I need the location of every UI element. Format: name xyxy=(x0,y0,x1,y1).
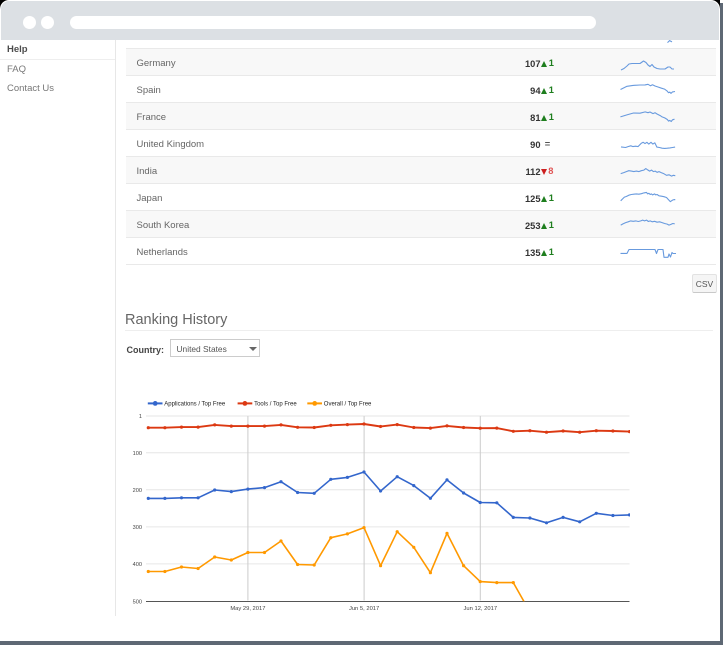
svg-text:Applications / Top Free: Applications / Top Free xyxy=(164,401,226,407)
svg-text:Tools / Top Free: Tools / Top Free xyxy=(254,401,297,407)
svg-text:500: 500 xyxy=(133,600,142,606)
svg-text:May 29, 2017: May 29, 2017 xyxy=(230,606,265,612)
svg-text:300: 300 xyxy=(133,525,142,531)
svg-text:1: 1 xyxy=(139,414,142,420)
svg-text:400: 400 xyxy=(133,562,142,568)
svg-text:Jun 5, 2017: Jun 5, 2017 xyxy=(349,606,379,612)
svg-text:100: 100 xyxy=(133,451,142,457)
svg-text:200: 200 xyxy=(133,488,142,494)
svg-text:Overall / Top Free: Overall / Top Free xyxy=(324,401,372,407)
svg-text:Jun 12, 2017: Jun 12, 2017 xyxy=(464,606,498,612)
